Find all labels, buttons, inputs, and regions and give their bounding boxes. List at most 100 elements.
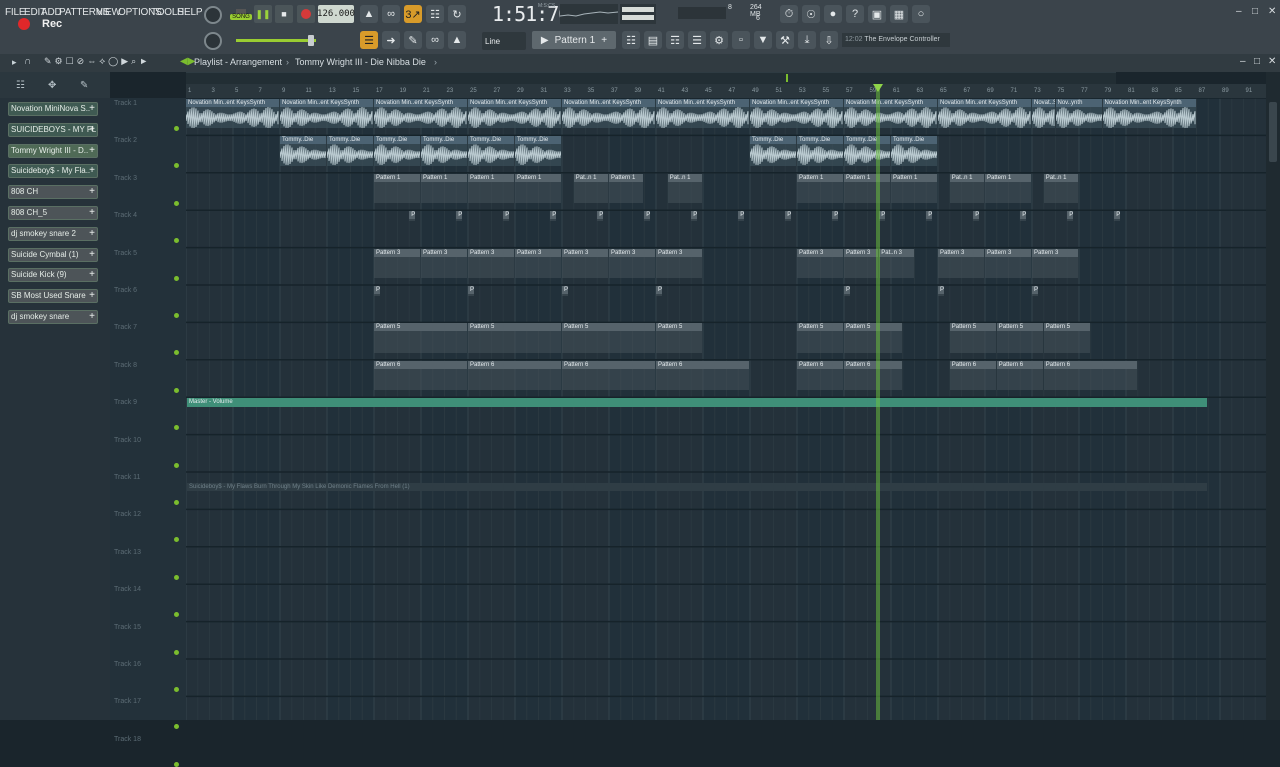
help-icon[interactable]: ?: [846, 5, 864, 23]
pattern-clip[interactable]: Pattern 1: [374, 286, 381, 296]
channel-add-icon[interactable]: +: [89, 207, 95, 219]
metronome-icon[interactable]: ▲: [360, 5, 378, 23]
pattern-clip[interactable]: Pattern 5: [656, 323, 702, 353]
channel-item[interactable]: Novation MiniNova S.. +: [8, 102, 98, 116]
track-label[interactable]: Track 2: [114, 137, 137, 144]
pattern-clip[interactable]: Pattern 1: [597, 211, 604, 222]
pattern-clip[interactable]: Pattern 6: [996, 360, 1043, 391]
audio-clip[interactable]: Novation Min..ent KeysSynth: [374, 99, 467, 129]
pattern-clip[interactable]: Pattern 1: [738, 211, 745, 222]
horizontal-scrollbar[interactable]: [186, 72, 1116, 84]
master-volume-handle[interactable]: [308, 35, 314, 46]
pattern-clip[interactable]: Pattern 3: [562, 248, 608, 278]
track-label[interactable]: Track 17: [114, 698, 141, 705]
pattern-clip[interactable]: Pattern 1: [421, 173, 467, 204]
channel-item[interactable]: 808 CH +: [8, 185, 98, 200]
pattern-clip[interactable]: Pattern 1: [926, 211, 933, 222]
track-label[interactable]: Track 1: [114, 100, 137, 107]
pattern-clip[interactable]: Pattern 3: [468, 248, 514, 278]
mixer-view-icon[interactable]: ☷: [622, 31, 640, 49]
pattern-clip[interactable]: Pattern 1: [550, 211, 557, 222]
pattern-clip[interactable]: Pattern 1: [1032, 286, 1039, 296]
channel-add-icon[interactable]: +: [89, 165, 95, 177]
audio-clip[interactable]: Tommy..Die: [280, 136, 326, 166]
pattern-clip[interactable]: Pattern 3: [374, 248, 420, 278]
track-label[interactable]: Track 15: [114, 624, 141, 631]
pattern-clip[interactable]: Pattern 1: [1114, 211, 1121, 222]
tree-icon[interactable]: ⚙: [710, 31, 728, 49]
playhead-marker-icon[interactable]: [873, 84, 883, 92]
pattern-clip[interactable]: Pattern 6: [656, 360, 749, 391]
channel-add-icon[interactable]: +: [89, 103, 95, 115]
audio-clip[interactable]: Tommy..Die: [797, 136, 843, 166]
pattern-clip[interactable]: Pat..n 1: [949, 173, 984, 204]
track-enable-icon[interactable]: [174, 200, 179, 206]
pattern-clip[interactable]: Pattern 1: [503, 211, 510, 222]
track-enable-icon[interactable]: [174, 649, 179, 655]
audio-clip[interactable]: Novation Min..ent KeysSynth: [280, 99, 373, 129]
channel-item[interactable]: dj smokey snare +: [8, 310, 98, 324]
channel-add-icon[interactable]: +: [89, 124, 95, 136]
track-label[interactable]: Track 6: [114, 287, 137, 294]
menu-help[interactable]: HELP: [177, 7, 203, 18]
vertical-scrollbar-thumb[interactable]: [1269, 102, 1277, 162]
pattern-clip[interactable]: Pattern 5: [374, 323, 467, 353]
pattern-clip[interactable]: Pattern 1: [985, 173, 1031, 204]
automation-clip[interactable]: Master - Volume: [187, 398, 1208, 408]
channel-rack-icon[interactable]: ☶: [666, 31, 684, 49]
pattern-clip[interactable]: Pattern 1: [515, 173, 561, 204]
pattern-clip[interactable]: Pattern 5: [797, 323, 843, 353]
pattern-clip[interactable]: Pattern 1: [938, 286, 945, 296]
pattern-clip[interactable]: Pattern 3: [985, 248, 1031, 278]
countdown-icon[interactable]: 3↗: [404, 5, 422, 23]
audio-clip[interactable]: Novation Min..ent KeysSynth: [562, 99, 655, 129]
pencil-icon[interactable]: ✎: [404, 31, 422, 49]
audio-clip[interactable]: Novation Min..ent KeysSynth: [186, 99, 279, 129]
pattern-clip[interactable]: Pattern 6: [374, 360, 467, 391]
playlist-maximize-icon[interactable]: □: [1254, 56, 1260, 67]
pattern-clip[interactable]: Pattern 3: [609, 248, 655, 278]
track-label[interactable]: Track 7: [114, 324, 137, 331]
track-label[interactable]: Track 8: [114, 362, 137, 369]
record-indicator-icon[interactable]: [18, 18, 30, 30]
plugin-icon[interactable]: ▦: [890, 5, 908, 23]
pattern-clip[interactable]: Pat..n 1: [1043, 173, 1078, 204]
pattern-clip[interactable]: Pattern 1: [691, 211, 698, 222]
audio-clip[interactable]: Novat..Synth: [1032, 99, 1055, 129]
audio-clip[interactable]: Novation Min..ent KeysSynth: [844, 99, 937, 129]
audio-clip-muted[interactable]: Suicideboy$ - My Flaws Burn Through My S…: [187, 483, 1208, 492]
clipboard-icon[interactable]: ▫: [732, 31, 750, 49]
pattern-clip[interactable]: Pattern 1: [409, 211, 416, 222]
pattern-clip[interactable]: Pattern 3: [938, 248, 984, 278]
channel-item[interactable]: Tommy Wright III - D.. +: [8, 143, 98, 158]
channel-item[interactable]: Suicide Cymbal (1) +: [8, 247, 98, 262]
tempo-display[interactable]: 126.000: [317, 5, 355, 23]
audio-clip[interactable]: Novation Min..ent KeysSynth: [468, 99, 561, 129]
pattern-clip[interactable]: Pattern 1: [844, 286, 851, 296]
close-icon[interactable]: ✕: [1268, 6, 1276, 17]
move-icon[interactable]: ✥: [48, 80, 56, 91]
track-label[interactable]: Track 9: [114, 399, 137, 406]
brush-icon[interactable]: ✎: [80, 80, 88, 91]
channel-item[interactable]: Suicideboy$ - My Fla.. +: [8, 164, 98, 179]
pattern-clip[interactable]: Pattern 3: [656, 248, 702, 278]
track-enable-icon[interactable]: [174, 126, 179, 131]
track-enable-icon[interactable]: [174, 500, 179, 505]
pattern-clip[interactable]: Pattern 1: [879, 211, 886, 222]
save-icon[interactable]: ▣: [868, 5, 886, 23]
menu-file[interactable]: FILE: [5, 7, 26, 18]
pattern-clip[interactable]: Pattern 5: [468, 323, 561, 353]
track-label[interactable]: Track 4: [114, 212, 137, 219]
plug-icon[interactable]: ▼: [754, 31, 772, 49]
track-enable-icon[interactable]: [174, 462, 179, 468]
song-mode-button[interactable]: SONG: [230, 5, 252, 23]
playhead[interactable]: [876, 84, 880, 720]
song-position-display[interactable]: 1:51:76: [492, 2, 570, 26]
pattern-clip[interactable]: Pattern 1: [797, 173, 843, 204]
audio-clip[interactable]: Tommy..Die: [515, 136, 561, 166]
eq-icon[interactable]: ☰: [688, 31, 706, 49]
audio-clip[interactable]: Novation Min..ent KeysSynth: [750, 99, 843, 129]
maximize-icon[interactable]: □: [1252, 6, 1258, 17]
audio-clip[interactable]: Tommy..Die: [891, 136, 937, 166]
playlist-menu-arrow-icon[interactable]: ▸: [12, 57, 17, 68]
